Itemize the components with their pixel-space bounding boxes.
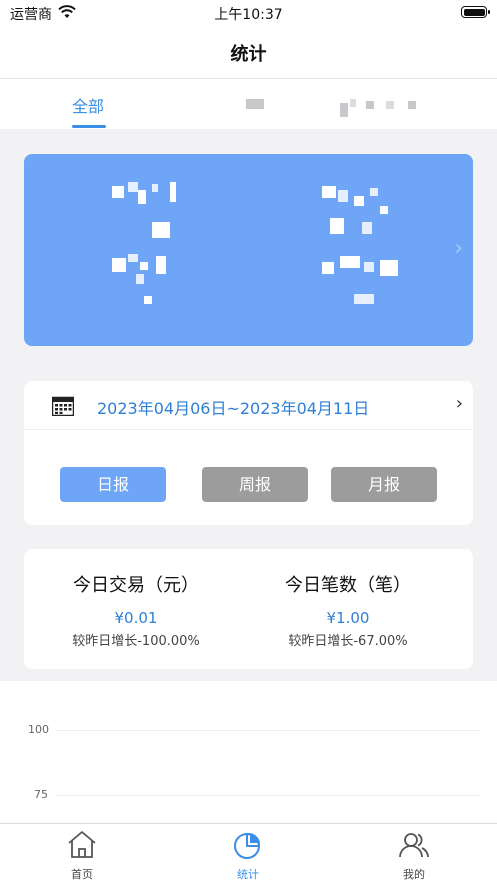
stat-title: 今日笔数（笔） bbox=[285, 575, 411, 596]
monthly-report-button[interactable]: 月报 bbox=[331, 467, 437, 502]
user-icon bbox=[399, 833, 429, 858]
tab-label: 首页 bbox=[71, 868, 93, 881]
grid-line bbox=[56, 730, 480, 731]
tab-redacted-1[interactable] bbox=[246, 99, 264, 109]
chevron-right-icon[interactable]: › bbox=[454, 236, 463, 261]
stat-change: 较昨日增长-67.00% bbox=[288, 634, 408, 649]
nav-bar: 统计 bbox=[0, 26, 497, 79]
tab-mine[interactable]: 我的 bbox=[374, 830, 454, 882]
redacted-amount-left bbox=[108, 178, 188, 308]
trend-chart: 100 75 bbox=[0, 681, 497, 823]
y-tick-label: 100 bbox=[28, 723, 49, 736]
stats-pie-icon bbox=[234, 833, 260, 859]
tab-label: 我的 bbox=[403, 868, 425, 881]
clock: 上午10:37 bbox=[214, 7, 283, 23]
stat-value: ¥0.01 bbox=[114, 609, 158, 627]
today-stats-card: 今日交易（元） ¥0.01 较昨日增长-100.00% 今日笔数（笔） ¥1.0… bbox=[24, 549, 473, 669]
stat-change: 较昨日增长-100.00% bbox=[72, 634, 200, 649]
divider bbox=[24, 429, 473, 430]
weekly-report-button[interactable]: 周报 bbox=[202, 467, 308, 502]
tab-stats[interactable]: 统计 bbox=[208, 830, 288, 882]
home-icon bbox=[68, 831, 96, 858]
page-title: 统计 bbox=[230, 44, 267, 65]
store-tabs: 全部 bbox=[0, 79, 497, 129]
stat-count: 今日笔数（笔） ¥1.00 较昨日增长-67.00% bbox=[236, 549, 460, 669]
bottom-tab-bar: 首页 统计 我的 bbox=[0, 823, 497, 884]
stat-transactions: 今日交易（元） ¥0.01 较昨日增长-100.00% bbox=[24, 549, 248, 669]
stat-value: ¥1.00 bbox=[326, 609, 370, 627]
stat-title: 今日交易（元） bbox=[73, 575, 199, 596]
date-range-card: 2023年04月06日~2023年04月11日 › 日报 周报 月报 bbox=[24, 381, 473, 525]
summary-card[interactable]: › bbox=[24, 154, 473, 346]
tab-label: 统计 bbox=[237, 868, 259, 881]
tab-all[interactable]: 全部 bbox=[72, 93, 104, 117]
tab-home[interactable]: 首页 bbox=[42, 830, 122, 882]
daily-report-button[interactable]: 日报 bbox=[60, 467, 166, 502]
calendar-icon[interactable] bbox=[52, 396, 74, 416]
battery-icon bbox=[461, 6, 490, 18]
date-range-text[interactable]: 2023年04月06日~2023年04月11日 bbox=[97, 395, 369, 419]
redacted-amount-right bbox=[318, 178, 408, 308]
status-bar: 运营商 上午10:37 bbox=[0, 0, 497, 26]
tab-active-indicator bbox=[72, 125, 106, 128]
chevron-right-icon[interactable]: › bbox=[456, 393, 463, 414]
y-tick-label: 75 bbox=[34, 788, 48, 801]
grid-line bbox=[56, 795, 480, 796]
tab-redacted-2[interactable] bbox=[340, 97, 420, 117]
